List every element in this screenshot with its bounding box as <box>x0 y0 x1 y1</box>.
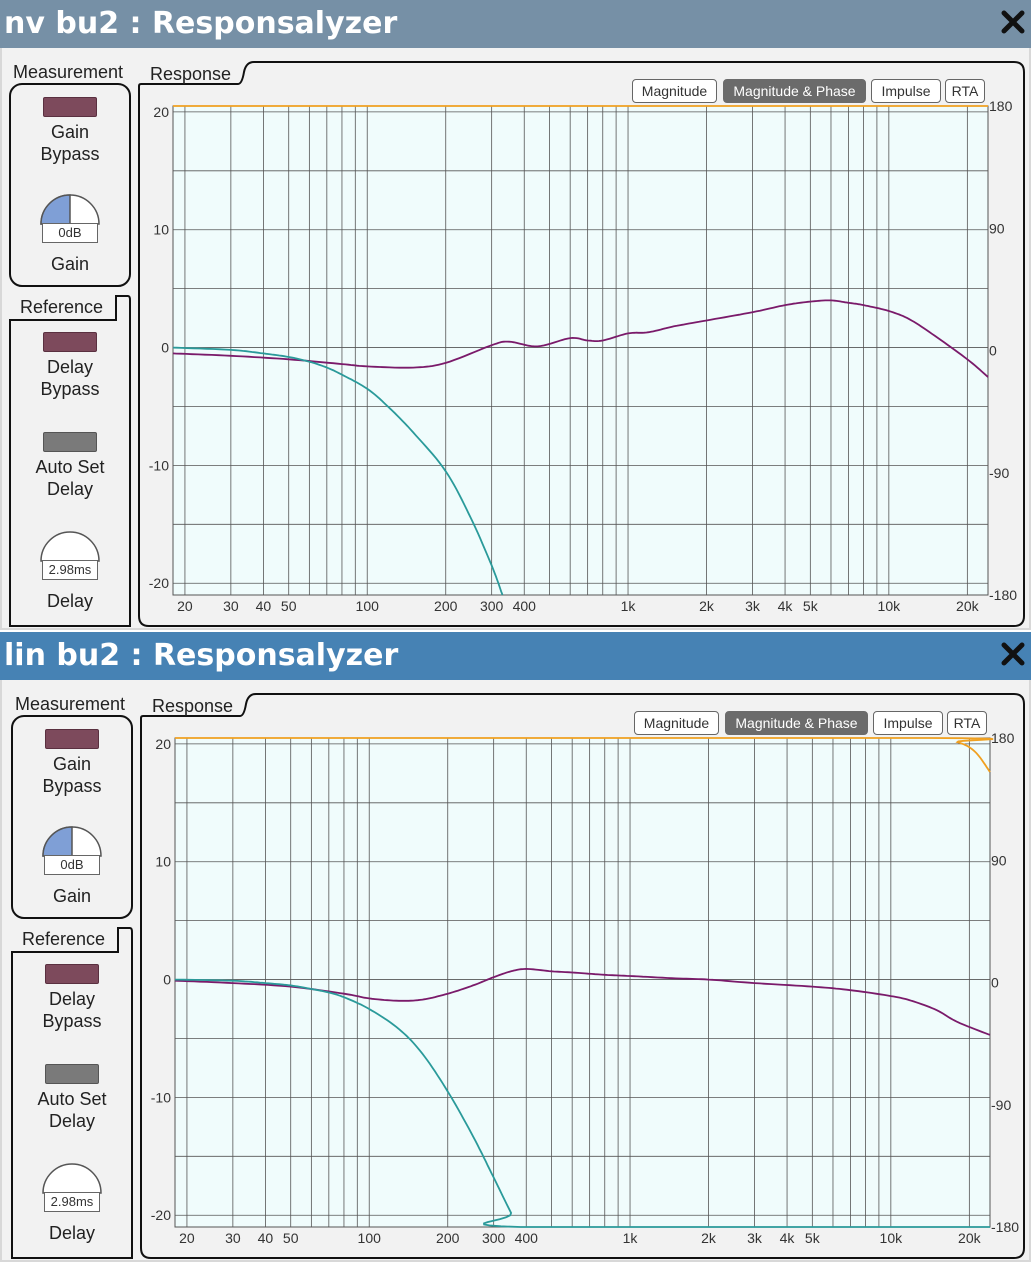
y-tick-label: -20 <box>149 575 169 591</box>
window-body: Measurement Gain Bypass 0dB Gain Referen… <box>0 48 1031 630</box>
y-tick-label: 0 <box>163 972 171 988</box>
y-tick-label: -20 <box>151 1207 171 1223</box>
x-tick-label: 100 <box>356 598 380 614</box>
y-tick-label: 20 <box>153 104 169 120</box>
y-right-tick-label: 0 <box>989 343 997 359</box>
x-tick-label: 300 <box>480 598 504 614</box>
y-tick-label: -10 <box>151 1089 171 1105</box>
x-tick-label: 1k <box>621 598 637 614</box>
window-body: Measurement Gain Bypass 0dB Gain Referen… <box>0 680 1031 1262</box>
x-tick-label: 20k <box>956 598 980 614</box>
close-icon[interactable] <box>999 640 1027 668</box>
response-chart[interactable]: 20100-10-20180900-90-18020 30 40 50 100 200 30… <box>2 680 1029 1260</box>
y-right-tick-label: -90 <box>989 465 1009 481</box>
close-icon[interactable] <box>999 8 1027 36</box>
responsalyzer-window-1: nv bu2 : Responsalyzer Measurement Gain … <box>0 0 1031 631</box>
plot-area <box>174 737 991 1228</box>
x-tick-label: 400 <box>515 1230 539 1246</box>
responsalyzer-window-2: lin bu2 : Responsalyzer Measurement Gain… <box>0 632 1031 1263</box>
plot-area <box>172 105 989 596</box>
y-tick-label: -10 <box>149 457 169 473</box>
x-tick-label: 200 <box>436 1230 460 1246</box>
y-right-tick-label: -180 <box>991 1219 1019 1235</box>
x-tick-label: 2k <box>701 1230 717 1246</box>
y-tick-label: 10 <box>153 222 169 238</box>
x-tick-label: 40 <box>256 598 272 614</box>
title-bar[interactable]: lin bu2 : Responsalyzer <box>0 632 1031 680</box>
x-tick-label: 20 <box>179 1230 195 1246</box>
x-tick-label: 5k <box>803 598 819 614</box>
x-tick-label: 20k <box>958 1230 982 1246</box>
x-tick-label: 400 <box>513 598 537 614</box>
x-tick-label: 10k <box>880 1230 904 1246</box>
y-right-tick-label: 90 <box>989 220 1005 236</box>
x-tick-label: 3k <box>745 598 761 614</box>
y-right-tick-label: 180 <box>991 730 1015 746</box>
y-right-tick-label: 180 <box>989 98 1013 114</box>
window-title: nv bu2 : Responsalyzer <box>4 6 398 41</box>
title-bar[interactable]: nv bu2 : Responsalyzer <box>0 0 1031 48</box>
y-right-tick-label: -180 <box>989 587 1017 603</box>
y-tick-label: 20 <box>155 736 171 752</box>
x-tick-label: 50 <box>281 598 297 614</box>
x-tick-label: 100 <box>358 1230 382 1246</box>
y-tick-label: 0 <box>161 340 169 356</box>
response-chart[interactable]: 20100-10-20180900-90-18020 30 40 50 100 200 30… <box>2 48 1029 628</box>
x-tick-label: 3k <box>747 1230 763 1246</box>
x-tick-label: 2k <box>699 598 715 614</box>
x-tick-label: 4k <box>780 1230 796 1246</box>
x-tick-label: 30 <box>223 598 239 614</box>
window-title: lin bu2 : Responsalyzer <box>4 638 399 673</box>
x-tick-label: 200 <box>434 598 458 614</box>
x-tick-label: 20 <box>177 598 193 614</box>
x-tick-label: 4k <box>778 598 794 614</box>
x-tick-label: 10k <box>878 598 902 614</box>
y-right-tick-label: -90 <box>991 1097 1011 1113</box>
x-tick-label: 5k <box>805 1230 821 1246</box>
x-tick-label: 50 <box>283 1230 299 1246</box>
y-tick-label: 10 <box>155 854 171 870</box>
x-tick-label: 40 <box>258 1230 274 1246</box>
x-tick-label: 30 <box>225 1230 241 1246</box>
x-tick-label: 1k <box>623 1230 639 1246</box>
x-tick-label: 300 <box>482 1230 506 1246</box>
y-right-tick-label: 0 <box>991 975 999 991</box>
y-right-tick-label: 90 <box>991 852 1007 868</box>
